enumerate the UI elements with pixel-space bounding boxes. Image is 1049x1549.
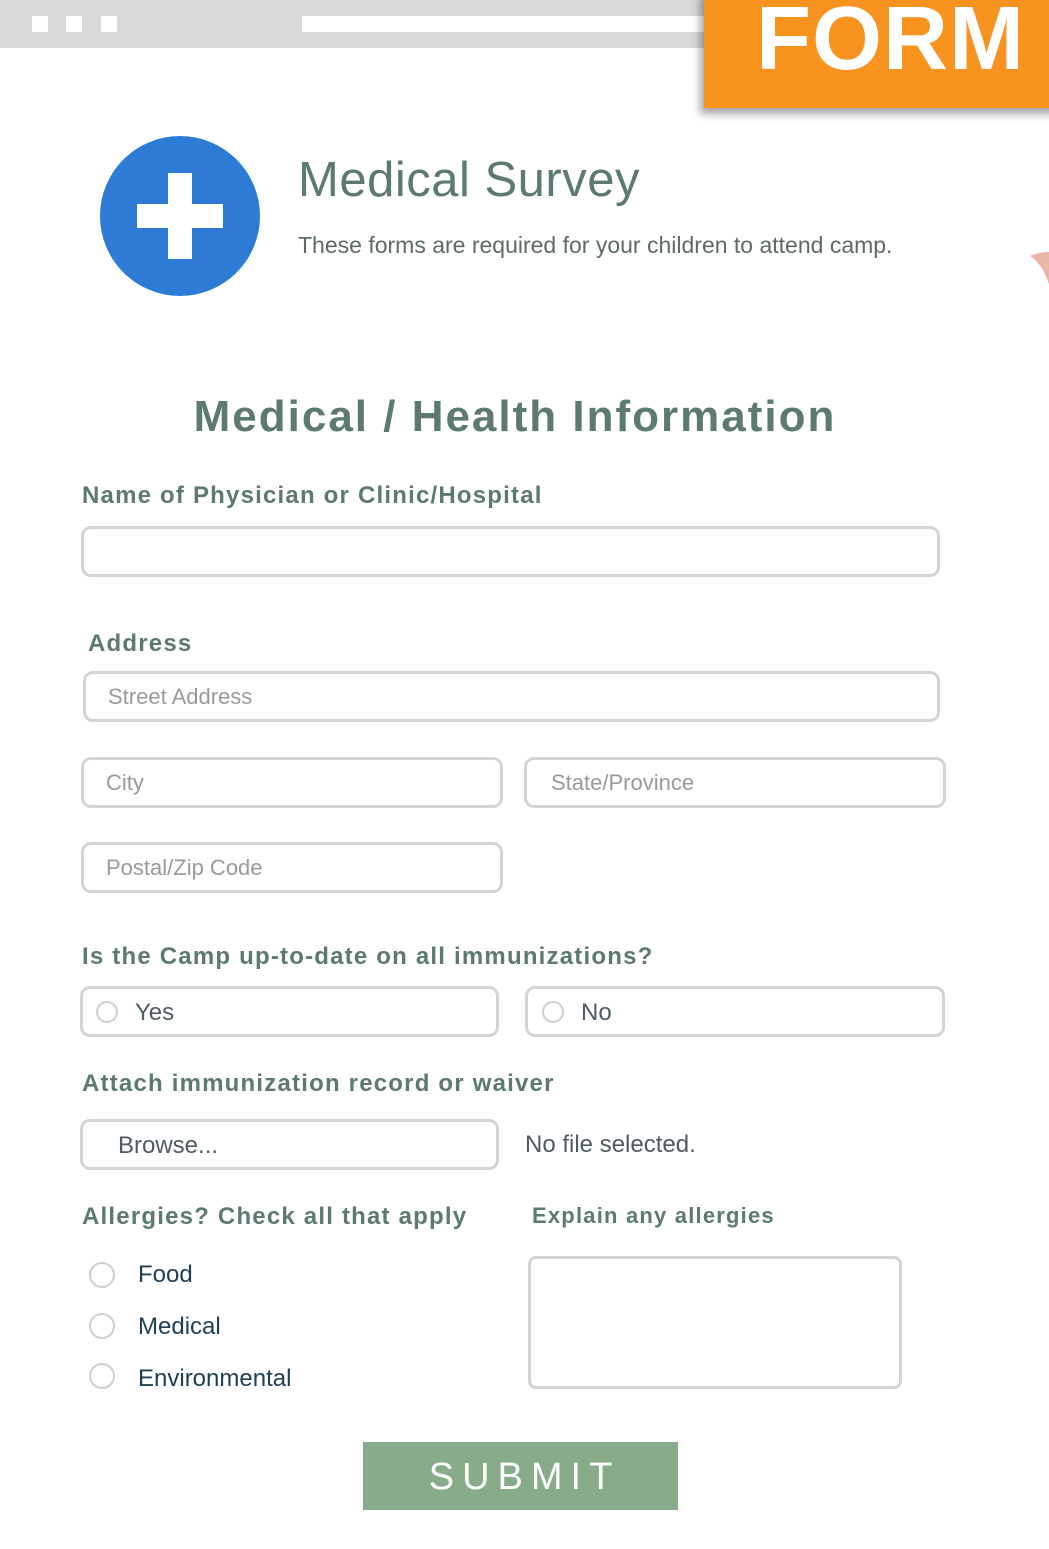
immunization-option-no[interactable]: No bbox=[525, 986, 945, 1037]
section-title: Medical / Health Information bbox=[193, 392, 837, 441]
file-status-text: No file selected. bbox=[525, 1131, 696, 1158]
checkbox-environmental[interactable] bbox=[89, 1363, 115, 1389]
medical-cross-icon bbox=[100, 136, 260, 296]
submit-button-label: SUBMIT bbox=[428, 1456, 621, 1498]
physician-label: Name of Physician or Clinic/Hospital bbox=[82, 482, 543, 509]
city-placeholder: City bbox=[106, 769, 144, 795]
postal-zip-placeholder: Postal/Zip Code bbox=[106, 854, 263, 880]
form-banner: FORM bbox=[704, 0, 1049, 108]
street-address-placeholder: Street Address bbox=[108, 683, 253, 709]
option-label: Yes bbox=[135, 999, 175, 1026]
window-dot-icon bbox=[66, 16, 82, 32]
page-title: Medical Survey bbox=[298, 153, 640, 207]
window-dot-icon bbox=[101, 16, 117, 32]
state-province-placeholder: State/Province bbox=[551, 769, 695, 795]
attachment-label: Attach immunization record or waiver bbox=[82, 1070, 555, 1097]
allergy-option-environmental: Environmental bbox=[138, 1365, 292, 1392]
option-label: No bbox=[581, 999, 612, 1026]
browse-button[interactable]: Browse... bbox=[80, 1119, 499, 1170]
radio-icon[interactable] bbox=[542, 1001, 564, 1023]
checkbox-medical[interactable] bbox=[89, 1313, 115, 1339]
immunization-question: Is the Camp up-to-date on all immunizati… bbox=[82, 943, 654, 970]
city-input[interactable]: City bbox=[81, 757, 503, 808]
decorative-leaf-icon bbox=[1030, 252, 1049, 285]
submit-button[interactable]: SUBMIT bbox=[363, 1442, 678, 1510]
form-banner-label: FORM bbox=[756, 0, 1025, 89]
browse-button-label: Browse... bbox=[118, 1132, 219, 1159]
address-bar bbox=[302, 16, 722, 32]
street-address-input[interactable]: Street Address bbox=[83, 671, 940, 722]
checkbox-food[interactable] bbox=[89, 1262, 115, 1288]
explain-allergies-label: Explain any allergies bbox=[532, 1203, 775, 1228]
allergy-option-food: Food bbox=[138, 1261, 193, 1288]
radio-icon[interactable] bbox=[96, 1001, 118, 1023]
address-label: Address bbox=[88, 630, 193, 657]
immunization-option-yes[interactable]: Yes bbox=[80, 986, 499, 1037]
allergy-option-medical: Medical bbox=[138, 1313, 221, 1340]
postal-zip-input[interactable]: Postal/Zip Code bbox=[81, 842, 503, 893]
explain-allergies-textarea[interactable] bbox=[528, 1256, 902, 1389]
page-subtitle: These forms are required for your childr… bbox=[298, 232, 893, 258]
state-province-input[interactable]: State/Province bbox=[524, 757, 946, 808]
allergies-label: Allergies? Check all that apply bbox=[82, 1203, 468, 1230]
window-dot-icon bbox=[32, 16, 48, 32]
physician-input[interactable] bbox=[81, 526, 940, 577]
